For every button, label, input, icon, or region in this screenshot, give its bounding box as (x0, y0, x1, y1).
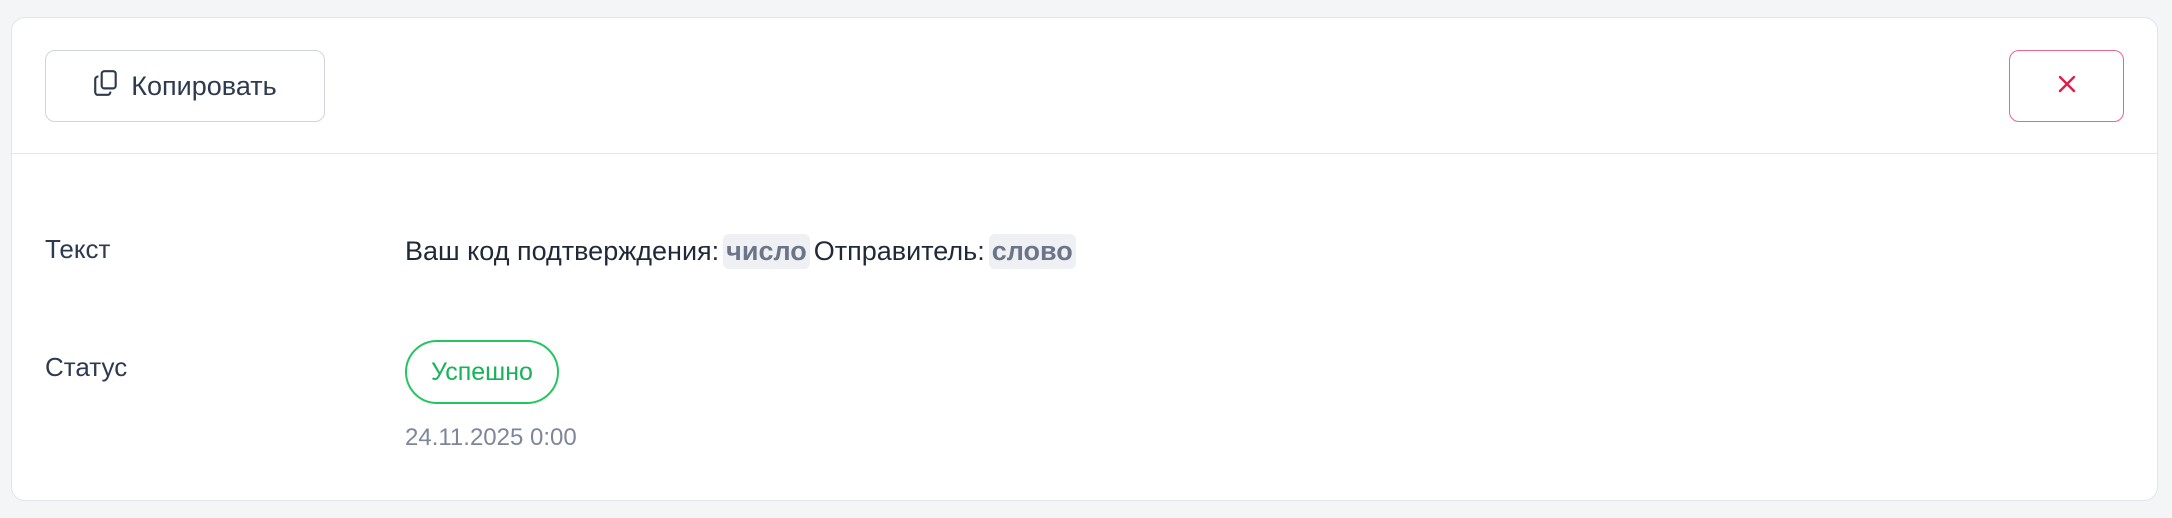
status-badge: Успешно (405, 340, 559, 404)
close-icon (2057, 74, 2077, 99)
message-text-part: Отправитель: (813, 236, 985, 266)
card-header: Копировать (12, 18, 2157, 154)
message-text-part: Ваш код подтверждения: (405, 236, 720, 266)
copy-icon (93, 69, 119, 104)
status-value: Успешно (405, 340, 559, 404)
status-label: Статус (45, 352, 128, 382)
copy-button[interactable]: Копировать (45, 50, 325, 122)
variable-chip: слово (988, 234, 1076, 269)
copy-button-label: Копировать (131, 70, 277, 101)
close-button[interactable] (2009, 50, 2124, 122)
variable-chip: число (723, 234, 810, 269)
message-text: Ваш код подтверждения: число Отправитель… (405, 234, 1080, 269)
detail-card: Копировать Текст Ваш код подтверждения: … (11, 17, 2158, 501)
text-label: Текст (45, 234, 111, 264)
timestamp: 24.11.2025 0:00 (405, 424, 577, 451)
